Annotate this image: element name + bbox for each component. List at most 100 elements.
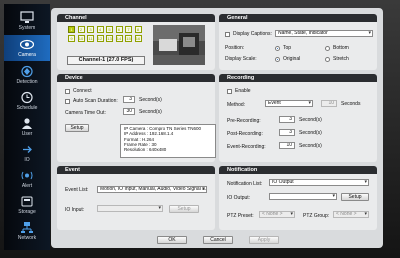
notification-list-select[interactable]: IO Output [269, 179, 369, 186]
connect-checkbox[interactable] [65, 89, 70, 94]
timeout-label: Camera Time Out: [65, 110, 106, 116]
channel-button[interactable]: 9 [68, 35, 75, 42]
sidebar-item-label: System [18, 25, 36, 31]
apply-button[interactable]: Apply [249, 236, 279, 244]
channel-button[interactable]: 2 [77, 26, 85, 33]
section-title: General [219, 14, 377, 22]
sidebar-item-user[interactable]: User [4, 114, 50, 140]
sidebar-item-network[interactable]: Network [4, 218, 50, 244]
method-select[interactable]: Event [265, 100, 313, 107]
settings-panel: Channel 1 2 3 4 5 6 7 8 9 10 11 12 13 14 15 16 Channel-… [51, 8, 383, 248]
sidebar-item-label: Network [17, 235, 37, 241]
position-label: Position: [225, 45, 245, 51]
channel-button[interactable]: 16 [134, 35, 142, 42]
post-recording-label: Post-Recording: [227, 131, 263, 137]
method-seconds-unit: Seconds [341, 101, 361, 107]
io-input-select[interactable] [97, 205, 163, 212]
auto-scan-label: Auto Scan Duration: [73, 98, 118, 104]
channel-button[interactable]: 8 [134, 26, 142, 33]
pre-recording-input[interactable]: 3 [279, 116, 295, 123]
event-list-label: Event List: [65, 187, 89, 193]
cancel-button[interactable]: Cancel [203, 236, 233, 244]
method-seconds-input[interactable]: 10 [321, 100, 337, 107]
channel-button[interactable]: 14 [115, 35, 123, 42]
user-icon [22, 118, 32, 129]
io-output-select[interactable] [269, 193, 337, 200]
post-recording-input[interactable]: 3 [279, 129, 295, 136]
channel-section: Channel 1 2 3 4 5 6 7 8 9 10 11 12 13 14 15 16 Channel-… [57, 14, 215, 70]
channel-button[interactable]: 11 [87, 35, 94, 42]
sidebar-item-system[interactable]: System [4, 8, 50, 34]
event-setup-button[interactable]: Setup [169, 205, 199, 213]
ptz-group-label: PTZ Group: [303, 213, 330, 219]
event-section: Event Event List: Motion, IO Input, Manu… [57, 166, 215, 230]
channel-button[interactable]: 4 [96, 26, 104, 33]
device-info-line: Resolution : 640x480 [124, 147, 167, 153]
event-recording-input[interactable]: 10 [279, 142, 295, 149]
display-captions-checkbox[interactable] [225, 32, 230, 37]
notification-list-label: Notification List: [227, 181, 263, 187]
ptz-group-select[interactable]: < None > [333, 211, 369, 218]
section-title: Recording [219, 74, 377, 82]
io-input-label: IO Input: [65, 207, 85, 213]
camera-preview-image [153, 25, 205, 65]
sidebar-item-alert[interactable]: Alert [4, 166, 50, 192]
scale-original-radio[interactable] [275, 57, 280, 62]
ptz-preset-select[interactable]: < None > [259, 211, 295, 218]
device-setup-button[interactable]: Setup [65, 124, 89, 132]
channel-button[interactable]: 5 [106, 26, 113, 33]
enable-recording-label: Enable [235, 88, 251, 94]
channel-grid: 1 2 3 4 5 6 7 8 9 10 11 12 13 14 15 16 [68, 26, 144, 50]
channel-button[interactable]: 6 [115, 26, 123, 33]
storage-icon [21, 196, 33, 207]
sidebar-item-schedule[interactable]: Schedule [4, 88, 50, 114]
channel-button[interactable]: 13 [106, 35, 113, 42]
sidebar-item-detection[interactable]: Detection [4, 62, 50, 88]
channel-button[interactable]: 10 [77, 35, 85, 42]
sidebar-item-label: Detection [16, 79, 38, 85]
event-list-select[interactable]: Motion, IO Input, Manual, Audio, Video S… [97, 186, 207, 193]
sidebar-item-label: Alert [21, 183, 33, 189]
sidebar-item-label: Camera [18, 52, 36, 58]
method-label: Method: [227, 102, 246, 108]
channel-button[interactable]: 12 [96, 35, 104, 42]
position-top-radio[interactable] [275, 46, 280, 51]
display-scale-label: Display Scale: [225, 56, 257, 62]
section-title: Device [57, 74, 215, 82]
channel-button[interactable]: 1 [68, 26, 75, 33]
section-title: Event [57, 166, 215, 174]
sidebar-item-io[interactable]: IO [4, 140, 50, 166]
display-captions-select[interactable]: Name, State, Indicator [275, 30, 373, 37]
sidebar-item-label: Schedule [16, 105, 38, 111]
section-title: Notification [219, 166, 377, 174]
sidebar-item-label: Storage [18, 209, 36, 215]
settings-window: System Camera Detection Schedule User IO… [0, 0, 400, 258]
position-bottom-label: Bottom [333, 45, 349, 51]
scale-stretch-label: Stretch [333, 56, 349, 62]
sidebar-item-camera[interactable]: Camera [4, 35, 50, 61]
event-recording-unit: Second(s) [299, 143, 322, 149]
scale-stretch-radio[interactable] [325, 57, 330, 62]
timeout-input[interactable]: 30 [123, 108, 135, 115]
camera-preview [153, 25, 205, 65]
scale-original-label: Original [283, 56, 301, 62]
channel-label: Channel-1 (27.0 FPS) [67, 56, 145, 65]
auto-scan-checkbox[interactable] [65, 99, 70, 104]
recording-section: Recording Enable Method: Event 10 Second… [219, 74, 377, 162]
position-bottom-radio[interactable] [325, 46, 330, 51]
event-recording-label: Event-Recording: [227, 144, 266, 150]
sidebar-item-storage[interactable]: Storage [4, 192, 50, 218]
channel-button[interactable]: 3 [87, 26, 94, 33]
sidebar-item-label: IO [24, 157, 30, 163]
ok-button[interactable]: OK [157, 236, 187, 244]
channel-button[interactable]: 15 [125, 35, 132, 42]
ptz-preset-label: PTZ Preset: [227, 213, 254, 219]
timeout-unit: Second(s) [139, 109, 162, 115]
alert-icon [21, 171, 33, 180]
position-top-label: Top [283, 45, 292, 51]
notification-setup-button[interactable]: Setup [341, 193, 369, 201]
channel-button[interactable]: 7 [125, 26, 132, 33]
auto-scan-input[interactable]: 3 [123, 96, 135, 103]
enable-recording-checkbox[interactable] [227, 89, 232, 94]
sidebar: System Camera Detection Schedule User IO… [4, 4, 50, 250]
